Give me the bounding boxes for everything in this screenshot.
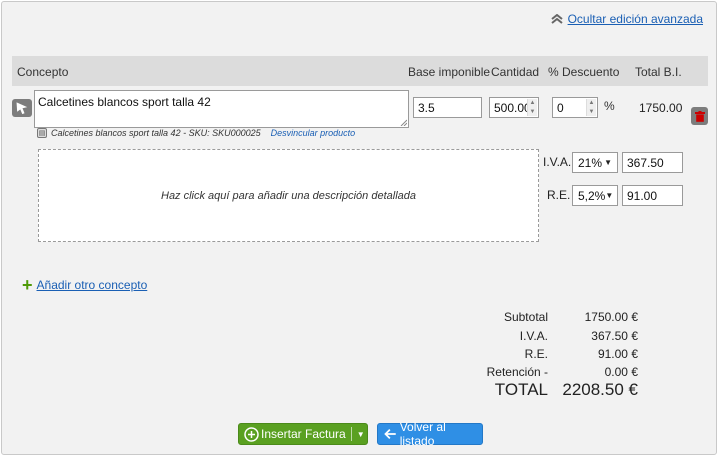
- trash-icon: [694, 110, 705, 122]
- base-input[interactable]: 3.5: [413, 97, 482, 118]
- cursor-pointer-icon: [16, 102, 28, 115]
- retention-label: Retención -: [486, 365, 548, 379]
- back-to-list-label: Volver al listado: [399, 420, 446, 448]
- lines-table-header: Concepto Base imponible Cantidad % Descu…: [12, 56, 708, 86]
- iva-amount-input[interactable]: 367.50: [622, 152, 683, 173]
- header-qty: Cantidad: [491, 65, 540, 79]
- concept-textarea[interactable]: Calcetines blancos sport talla 42: [34, 90, 409, 128]
- description-placeholder: Haz click aquí para añadir una descripci…: [161, 189, 416, 202]
- linked-product-info: ▤ Calcetines blancos sport talla 42 - SK…: [37, 128, 355, 138]
- retention-value: 0.00 €: [604, 365, 638, 379]
- product-link-icon: ▤: [37, 128, 47, 138]
- iva-amount-value: 367.50: [627, 156, 664, 170]
- subtotal-label: Subtotal: [503, 310, 548, 324]
- header-base: Base imponible: [408, 65, 491, 79]
- percent-sign: %: [604, 99, 615, 113]
- base-value: 3.5: [418, 101, 435, 115]
- add-concept-link[interactable]: + Añadir otro concepto: [22, 275, 148, 295]
- total-label: TOTAL: [494, 380, 548, 399]
- insert-invoice-button[interactable]: Insertar Factura ▼: [238, 423, 368, 445]
- description-area[interactable]: Haz click aquí para añadir una descripci…: [38, 149, 539, 242]
- select-product-button[interactable]: [12, 99, 32, 117]
- concept-text: Calcetines blancos sport talla 42: [38, 95, 211, 109]
- summary-iva-value: 367.50 €: [591, 329, 638, 343]
- delete-line-button[interactable]: [691, 107, 708, 125]
- line-total: 1750.00: [639, 101, 683, 115]
- quantity-stepper[interactable]: 500.00 ▲ ▼: [489, 97, 539, 118]
- re-amount-value: 91.00: [627, 189, 658, 203]
- sku-text: Calcetines blancos sport talla 42 - SKU:…: [51, 128, 261, 138]
- chevron-down-icon: ▼: [604, 158, 612, 167]
- total-value: 2208.50 €: [562, 380, 638, 399]
- quantity-spin[interactable]: ▲ ▼: [527, 99, 537, 116]
- button-separator: [350, 427, 352, 441]
- unlink-product-link[interactable]: Desvincular producto: [271, 128, 356, 138]
- subtotal-value: 1750.00 €: [584, 310, 638, 324]
- toggle-advanced-label[interactable]: Ocultar edición avanzada: [568, 12, 703, 26]
- iva-rate-select[interactable]: 21% ▼: [572, 152, 618, 173]
- arrow-left-icon: [384, 428, 396, 440]
- invoice-editor: Ocultar edición avanzada Concepto Base i…: [1, 1, 717, 455]
- summary-re-value: 91.00 €: [597, 347, 638, 361]
- plus-icon: +: [22, 275, 33, 295]
- re-rate-select[interactable]: 5,2% ▼: [572, 185, 618, 206]
- iva-rate-value: 21%: [578, 155, 603, 170]
- header-concept: Concepto: [17, 65, 69, 79]
- re-rate-value: 5,2%: [578, 188, 606, 203]
- discount-stepper[interactable]: 0 ▲ ▼: [552, 97, 598, 118]
- iva-label: I.V.A.: [543, 155, 572, 169]
- add-concept-label[interactable]: Añadir otro concepto: [37, 278, 148, 292]
- plus-circle-icon: [244, 426, 259, 442]
- discount-value: 0: [557, 101, 564, 115]
- quantity-value: 500.00: [494, 101, 531, 115]
- toggle-advanced-link[interactable]: Ocultar edición avanzada: [550, 12, 703, 26]
- discount-spin[interactable]: ▲ ▼: [586, 99, 596, 116]
- resize-handle-icon[interactable]: [400, 119, 407, 126]
- summary-iva-label: I.V.A.: [519, 329, 548, 343]
- re-amount-input[interactable]: 91.00: [622, 185, 683, 206]
- header-discount: % Descuento: [548, 65, 620, 79]
- summary-re-label: R.E.: [524, 347, 548, 361]
- insert-options-dropdown[interactable]: ▼: [357, 430, 365, 439]
- back-to-list-button[interactable]: Volver al listado: [377, 420, 483, 448]
- re-label: R.E.: [547, 188, 571, 202]
- insert-invoice-label: Insertar Factura: [261, 427, 346, 441]
- chevron-down-icon: ▼: [605, 191, 614, 200]
- header-total: Total B.I.: [635, 65, 682, 79]
- double-chevron-up-icon: [550, 14, 563, 24]
